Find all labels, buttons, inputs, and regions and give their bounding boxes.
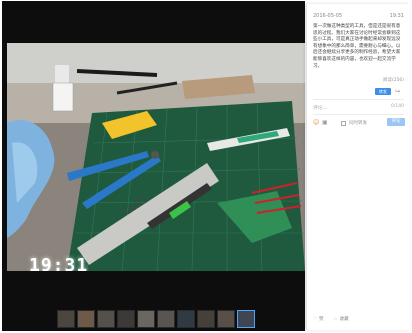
forward-button[interactable]: 转发	[375, 88, 391, 95]
thumbnail[interactable]	[117, 310, 135, 328]
post-panel: 2016-05-05 19:31 第一次做这种类型的工具，但是还是很有意思的过程…	[306, 4, 410, 330]
thumbnail[interactable]	[237, 310, 255, 328]
workbench-image: O.P.I	[7, 43, 305, 271]
collect-button[interactable]: ☆ 收藏	[334, 316, 349, 322]
main-photo[interactable]: O.P.I 19:31 2016-05-05	[7, 43, 305, 271]
star-icon: ☆	[333, 317, 338, 322]
view-count: 阅读(256)	[382, 78, 404, 83]
comment-input[interactable]: 评论…	[313, 104, 327, 111]
panel-footer: ♡ 赞 ☆ 收藏	[313, 316, 404, 322]
thumbnail[interactable]	[177, 310, 195, 328]
thumbnail[interactable]	[197, 310, 215, 328]
divider	[313, 114, 404, 115]
repost-checkbox[interactable]	[341, 120, 346, 126]
post-header: 2016-05-05 19:31	[313, 13, 404, 19]
like-button[interactable]: ♡ 赞	[313, 316, 324, 322]
thumbnail[interactable]	[77, 310, 95, 328]
post-body: 第一次做这种类型的工具，但是还是很有意思的过程。我们大家在讨论时经常会聊到这些小…	[313, 24, 401, 69]
thumbnail-strip	[57, 310, 255, 329]
comment-toolbar: ☺ ▣ 同时转发	[313, 120, 367, 127]
post-time: 19:31	[389, 13, 404, 19]
image-icon[interactable]: ▣	[322, 120, 328, 126]
thumbnail[interactable]	[137, 310, 155, 328]
post-date: 2016-05-05	[313, 13, 343, 19]
thumbnail[interactable]	[157, 310, 175, 328]
publish-button[interactable]: 评论	[387, 118, 405, 126]
heart-icon: ♡	[313, 317, 318, 322]
thumbnail[interactable]	[97, 310, 115, 328]
photo-viewer: O.P.I 19:31 2016-05-05	[2, 1, 305, 331]
share-icon[interactable]: ↪	[395, 88, 403, 95]
emoji-icon[interactable]: ☺	[313, 120, 319, 126]
char-counter: 0/140	[391, 104, 404, 109]
repost-label: 同时转发	[349, 121, 367, 126]
thumbnail[interactable]	[57, 310, 75, 328]
like-label: 赞	[319, 317, 324, 322]
time-overlay: 19:31	[29, 255, 89, 271]
collect-label: 收藏	[339, 317, 349, 322]
divider	[313, 99, 404, 100]
thumbnail[interactable]	[217, 310, 235, 328]
